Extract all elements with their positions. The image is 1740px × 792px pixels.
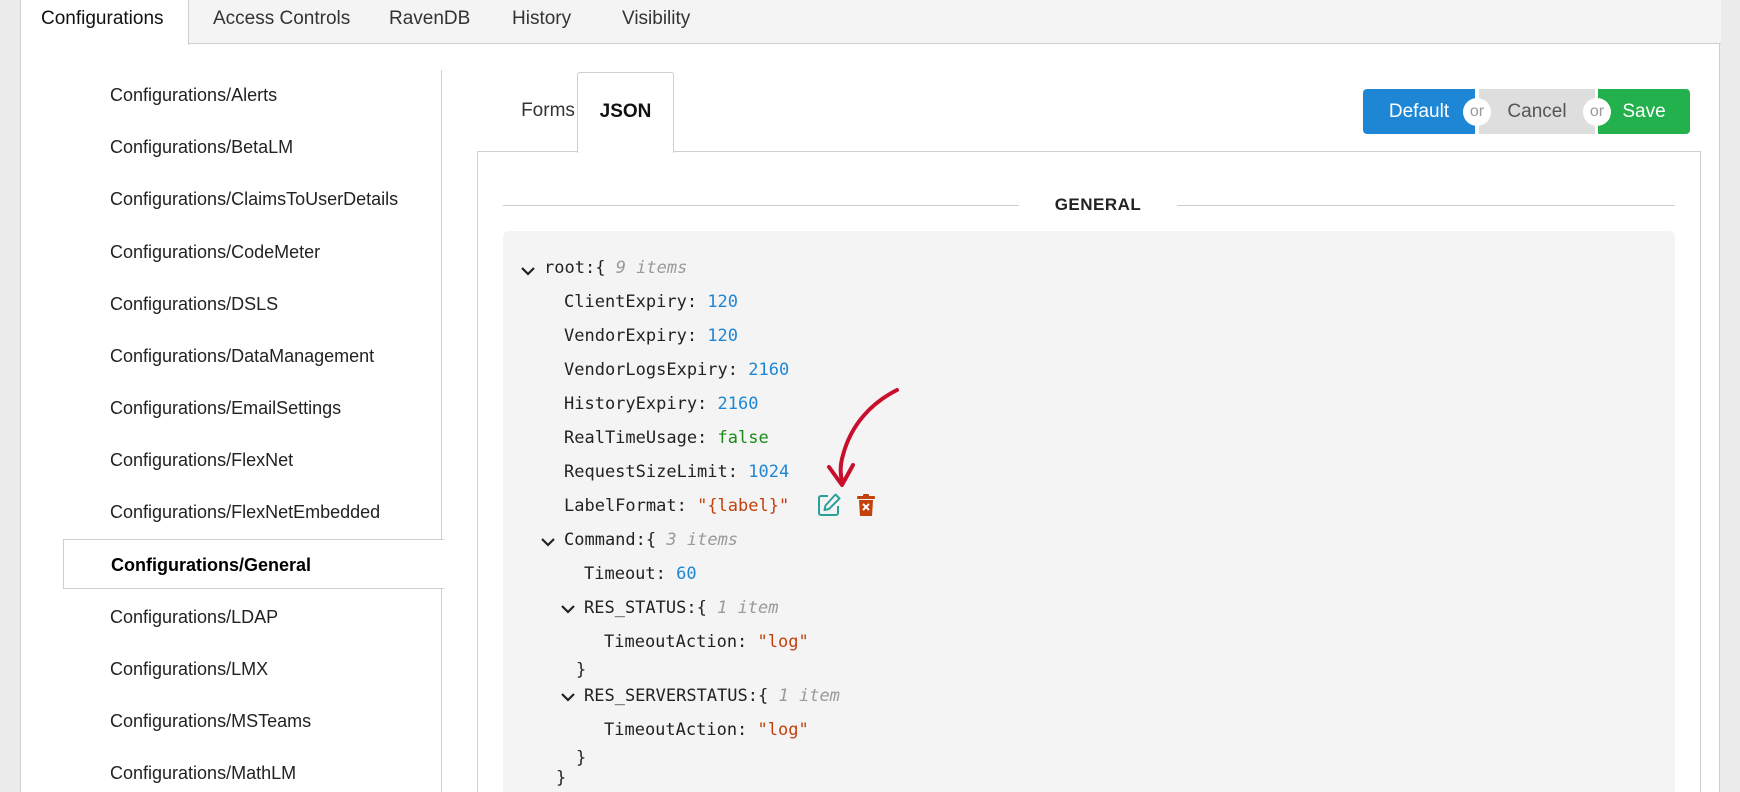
page-frame: Configurations Access Controls RavenDB H… bbox=[20, 0, 1721, 792]
sidebar-item-ldap[interactable]: Configurations/LDAP bbox=[63, 592, 442, 642]
json-key: RealTimeUsage: bbox=[564, 428, 708, 448]
json-brace: { bbox=[645, 530, 657, 550]
chevron-down-icon[interactable] bbox=[539, 533, 557, 551]
sidebar-item-lmx[interactable]: Configurations/LMX bbox=[63, 644, 442, 694]
sidebar-item-flexnet[interactable]: Configurations/FlexNet bbox=[63, 435, 442, 485]
json-key: HistoryExpiry: bbox=[564, 394, 708, 414]
json-value[interactable]: "log" bbox=[758, 720, 809, 740]
sidebar-item-msteams[interactable]: Configurations/MSTeams bbox=[63, 696, 442, 746]
json-key: RES_STATUS: bbox=[584, 598, 697, 618]
json-value[interactable]: 60 bbox=[676, 564, 696, 584]
json-key: TimeoutAction: bbox=[604, 632, 748, 652]
sidebar-item-emailsettings[interactable]: Configurations/EmailSettings bbox=[63, 383, 442, 433]
json-value[interactable]: 2160 bbox=[748, 360, 789, 380]
json-value[interactable]: false bbox=[718, 428, 769, 448]
json-key: LabelFormat: bbox=[564, 496, 687, 516]
json-property: VendorExpiry: 120 bbox=[564, 325, 738, 347]
sidebar-item-claimstouserdetails[interactable]: Configurations/ClaimsToUserDetails bbox=[63, 174, 442, 224]
sidebar-item-betalm[interactable]: Configurations/BetaLM bbox=[63, 122, 442, 172]
json-property: TimeoutAction: "log" bbox=[604, 631, 809, 653]
json-brace: { bbox=[696, 598, 707, 618]
json-item-count: 9 items bbox=[615, 258, 688, 278]
delete-icon[interactable] bbox=[855, 493, 877, 517]
json-close-brace: } bbox=[576, 660, 587, 680]
json-item-count: 1 item bbox=[717, 598, 779, 618]
tab-history[interactable]: History bbox=[512, 0, 571, 44]
json-value[interactable]: 2160 bbox=[718, 394, 759, 414]
sidebar-item-codemeter[interactable]: Configurations/CodeMeter bbox=[63, 227, 442, 277]
json-key: VendorLogsExpiry: bbox=[564, 360, 738, 380]
json-key: root: bbox=[544, 258, 596, 278]
tab-access-controls[interactable]: Access Controls bbox=[213, 0, 350, 44]
edit-pencil-icon[interactable] bbox=[816, 492, 842, 518]
tab-configurations[interactable]: Configurations bbox=[21, 0, 189, 45]
top-tab-bar: Configurations Access Controls RavenDB H… bbox=[21, 0, 1721, 45]
json-key: RequestSizeLimit: bbox=[564, 462, 738, 482]
json-value[interactable]: 120 bbox=[707, 326, 738, 346]
tab-ravendb[interactable]: RavenDB bbox=[389, 0, 470, 44]
json-key: Command: bbox=[564, 530, 646, 550]
json-object-line: Command:{ 3 items bbox=[564, 529, 738, 551]
json-property: ClientExpiry: 120 bbox=[564, 291, 738, 313]
section-divider-left bbox=[503, 205, 1019, 206]
json-key: ClientExpiry: bbox=[564, 292, 698, 312]
json-brace: { bbox=[595, 258, 606, 278]
sidebar-item-general[interactable]: Configurations/General bbox=[63, 539, 444, 589]
json-value[interactable]: 120 bbox=[707, 292, 738, 312]
json-close-brace: } bbox=[576, 748, 587, 768]
json-object-line: RES_SERVERSTATUS:{ 1 item bbox=[584, 685, 840, 707]
json-brace: { bbox=[758, 686, 769, 706]
sidebar-item-datamanagement[interactable]: Configurations/DataManagement bbox=[63, 331, 442, 381]
json-close-brace: } bbox=[556, 768, 567, 788]
json-property: RequestSizeLimit: 1024 bbox=[564, 461, 789, 483]
save-button[interactable]: Save bbox=[1598, 89, 1690, 134]
or-separator: or bbox=[1583, 98, 1611, 126]
tab-visibility[interactable]: Visibility bbox=[622, 0, 690, 44]
sidebar-divider bbox=[441, 70, 442, 792]
chevron-down-icon[interactable] bbox=[559, 688, 577, 706]
json-property: HistoryExpiry: 2160 bbox=[564, 393, 759, 415]
json-key: RES_SERVERSTATUS: bbox=[584, 686, 758, 706]
default-button[interactable]: Default bbox=[1363, 89, 1475, 134]
json-property: RealTimeUsage: false bbox=[564, 427, 769, 449]
tab-json[interactable]: JSON bbox=[577, 72, 674, 153]
section-divider-right bbox=[1177, 205, 1675, 206]
json-item-count: 1 item bbox=[778, 686, 840, 706]
json-key: TimeoutAction: bbox=[604, 720, 748, 740]
json-object-line: RES_STATUS:{ 1 item bbox=[584, 597, 779, 619]
json-property: VendorLogsExpiry: 2160 bbox=[564, 359, 789, 381]
sidebar-item-dsls[interactable]: Configurations/DSLS bbox=[63, 279, 442, 329]
or-separator: or bbox=[1463, 98, 1491, 126]
json-property: Timeout: 60 bbox=[584, 563, 697, 585]
sidebar-item-alerts[interactable]: Configurations/Alerts bbox=[63, 70, 442, 120]
json-key: VendorExpiry: bbox=[564, 326, 698, 346]
json-value[interactable]: "{label}" bbox=[697, 496, 789, 516]
json-property: LabelFormat: "{label}" bbox=[564, 495, 789, 517]
cancel-button[interactable]: Cancel bbox=[1479, 89, 1595, 134]
json-root-line: root:{ 9 items bbox=[544, 257, 687, 279]
json-value[interactable]: 1024 bbox=[748, 462, 789, 482]
section-title: GENERAL bbox=[1054, 195, 1142, 214]
json-key: Timeout: bbox=[584, 564, 666, 584]
json-property: TimeoutAction: "log" bbox=[604, 719, 809, 741]
chevron-down-icon[interactable] bbox=[519, 262, 537, 280]
sidebar-item-mathlm[interactable]: Configurations/MathLM bbox=[63, 748, 442, 792]
json-item-count: 3 items bbox=[666, 530, 739, 550]
json-value[interactable]: "log" bbox=[758, 632, 809, 652]
chevron-down-icon[interactable] bbox=[559, 600, 577, 618]
sidebar-item-flexnetembedded[interactable]: Configurations/FlexNetEmbedded bbox=[63, 487, 442, 537]
